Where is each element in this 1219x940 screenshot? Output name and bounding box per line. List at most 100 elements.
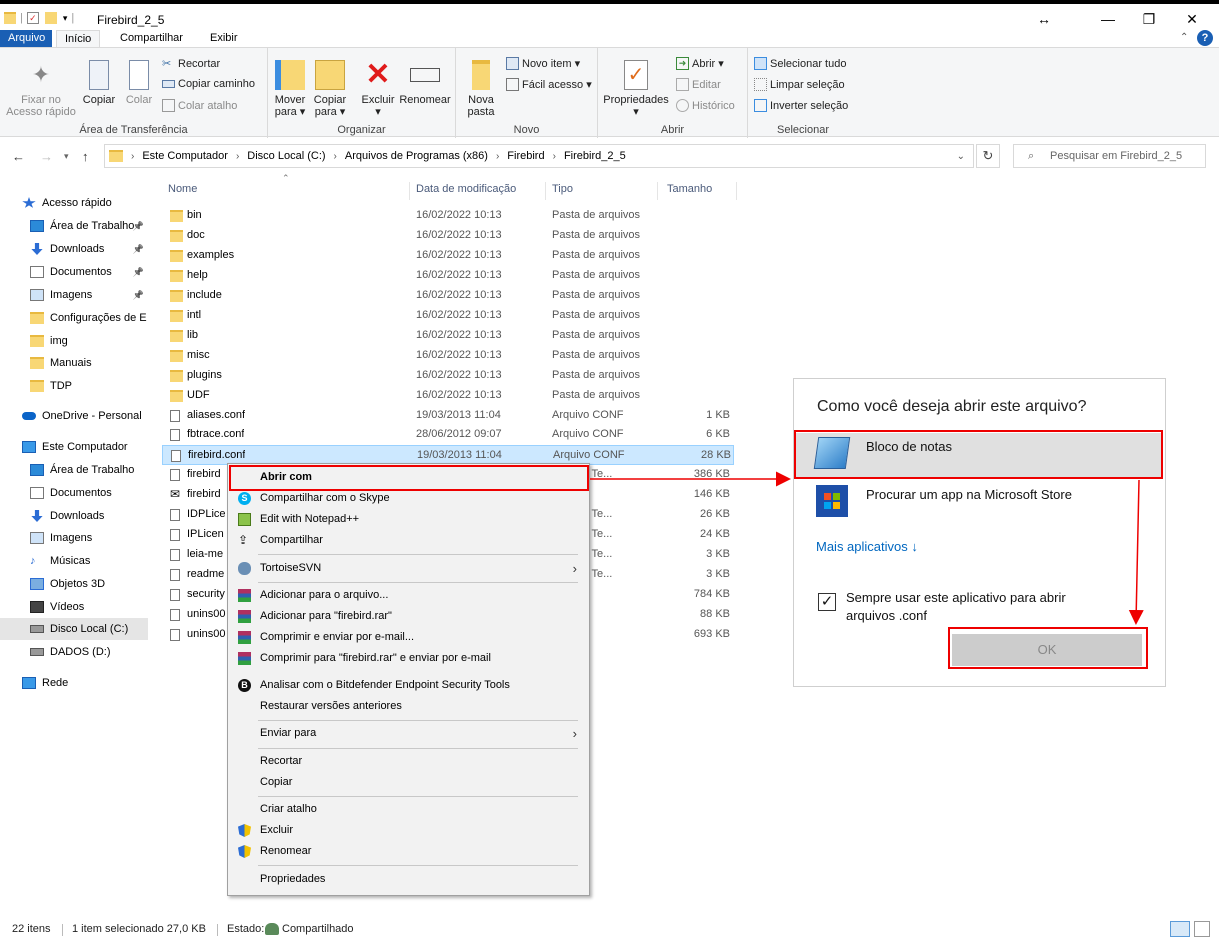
history-button[interactable]: Histórico [676,99,735,112]
delete-button[interactable]: ✕ Excluir ▾ [358,60,398,119]
nav-item[interactable]: Rede [0,672,148,694]
breadcrumb-firebird[interactable]: Firebird [507,150,544,162]
menu-item-share[interactable]: ⇪ Compartilhar [230,530,587,551]
menu-item-copy[interactable]: Copiar [230,772,587,793]
close-button[interactable]: ✕ [1172,8,1212,30]
nav-item[interactable]: Documentos 📌 [0,261,148,283]
menu-item-create-shortcut[interactable]: Criar atalho [230,799,587,820]
menu-item-notepadpp[interactable]: Edit with Notepad++ [230,509,587,530]
menu-item-rename[interactable]: Renomear [230,841,587,862]
pin-icon[interactable]: 📌 [133,290,144,301]
nav-item[interactable]: Downloads [0,505,148,527]
copy-path-button[interactable]: Copiar caminho [162,78,255,90]
breadcrumb-program-files[interactable]: Arquivos de Programas (x86) [345,150,488,162]
nav-item[interactable]: Área de Trabalho [0,459,148,481]
tab-home[interactable]: Início [56,30,101,47]
file-row[interactable]: lib 16/02/2022 10:13 Pasta de arquivos [162,326,734,346]
more-apps-link[interactable]: Mais aplicativos ↓ [816,539,918,554]
nav-item[interactable]: Área de Trabalho 📌 [0,215,148,237]
paste-shortcut-button[interactable]: Colar atalho [162,99,237,112]
tab-share[interactable]: Compartilhar [112,30,191,47]
forward-icon[interactable]: → [40,149,53,164]
file-row[interactable]: plugins 16/02/2022 10:13 Pasta de arquivos [162,366,734,386]
file-row[interactable]: doc 16/02/2022 10:13 Pasta de arquivos [162,226,734,246]
column-header-date[interactable]: Data de modificação [412,182,546,200]
menu-item-rar-add[interactable]: Adicionar para o arquivo... [230,585,587,606]
address-dropdown-icon[interactable]: ⌄ [957,151,965,162]
file-row[interactable]: intl 16/02/2022 10:13 Pasta de arquivos [162,306,734,326]
nav-item[interactable]: Imagens 📌 [0,284,148,306]
nav-item[interactable]: Vídeos [0,596,148,618]
file-row[interactable]: misc 16/02/2022 10:13 Pasta de arquivos [162,346,734,366]
file-row[interactable]: aliases.conf 19/03/2013 11:04 Arquivo CONF… [162,406,734,426]
file-row[interactable]: help 16/02/2022 10:13 Pasta de arquivos [162,266,734,286]
properties-button[interactable]: ✓ Propriedades ▾ [602,60,670,118]
file-row[interactable]: UDF 16/02/2022 10:13 Pasta de arquivos [162,386,734,406]
nav-item[interactable]: TDP [0,375,148,397]
paste-button[interactable]: Colar [122,60,156,106]
minimize-button[interactable]: — [1088,8,1128,30]
file-row[interactable]: examples 16/02/2022 10:13 Pasta de arquivo… [162,246,734,266]
move-to-button[interactable]: Mover para ▾ [272,60,308,118]
collapse-ribbon-icon[interactable]: ⌃ [1180,32,1188,43]
option-store[interactable]: Procurar um app na Microsoft Store [796,481,1163,525]
recent-locations-icon[interactable]: ▾ [64,151,69,162]
file-row[interactable]: fbtrace.conf 28/06/2012 09:07 Arquivo CONF… [162,425,734,445]
maximize-button[interactable]: ❐ [1129,8,1169,30]
nav-item[interactable]: Documentos [0,482,148,504]
select-all-button[interactable]: Selecionar tudo [754,57,846,70]
menu-item-send-to[interactable]: Enviar para › [230,723,587,744]
search-input[interactable]: ⌕ Pesquisar em Firebird_2_5 [1013,144,1206,168]
up-icon[interactable]: ↑ [82,149,89,164]
new-folder-button[interactable]: Nova pasta [462,60,500,118]
checkbox-checked-icon[interactable]: ✓ [818,593,836,611]
rename-button[interactable]: Renomear [398,60,452,106]
open-button[interactable]: ➜ Abrir ▾ [676,57,724,70]
nav-item[interactable]: img [0,330,148,352]
nav-item[interactable]: Manuais [0,352,148,374]
menu-item-rar-email[interactable]: Comprimir e enviar por e-mail... [230,627,587,648]
copy-to-button[interactable]: Copiar para ▾ [310,60,350,118]
select-none-button[interactable]: Limpar seleção [754,78,845,91]
file-row[interactable]: include 16/02/2022 10:13 Pasta de arquivos [162,286,734,306]
pin-icon[interactable]: 📌 [133,244,144,255]
easy-access-button[interactable]: Fácil acesso ▾ [506,78,592,91]
menu-item-rar-add-named[interactable]: Adicionar para "firebird.rar" [230,606,587,627]
pin-icon[interactable]: 📌 [133,267,144,278]
column-header-size[interactable]: Tamanho [663,182,737,200]
properties-icon[interactable]: ✓ [26,12,39,24]
help-icon[interactable]: ? [1197,30,1213,46]
nav-item[interactable]: Downloads 📌 [0,238,148,260]
breadcrumb-firebird-2-5[interactable]: Firebird_2_5 [564,150,626,162]
menu-item-restore[interactable]: Restaurar versões anteriores [230,696,587,717]
invert-selection-button[interactable]: Inverter seleção [754,99,848,112]
large-icons-view-icon[interactable] [1194,921,1210,937]
refresh-button[interactable]: ↻ [976,144,1000,168]
cut-button[interactable]: ✂ Recortar [162,57,220,71]
breadcrumb-local-disk[interactable]: Disco Local (C:) [247,150,325,162]
nav-item[interactable]: Disco Local (C:) [0,618,148,640]
tab-file[interactable]: Arquivo [0,30,52,47]
file-row[interactable]: bin 16/02/2022 10:13 Pasta de arquivos [162,206,734,226]
menu-item-properties[interactable]: Propriedades [230,869,587,890]
details-view-icon[interactable] [1170,921,1190,937]
column-header-type[interactable]: Tipo [548,182,658,200]
nav-item[interactable]: Este Computador [0,436,148,458]
breadcrumb-this-pc[interactable]: Este Computador [142,150,228,162]
customize-toolbar-icon[interactable]: ▾ [63,13,68,24]
back-icon[interactable]: ← [12,149,25,164]
menu-item-delete[interactable]: Excluir [230,820,587,841]
menu-item-rar-email-named[interactable]: Comprimir para "firebird.rar" e enviar p… [230,648,587,669]
nav-item[interactable]: Configurações de E [0,307,148,329]
menu-item-cut[interactable]: Recortar [230,751,587,772]
pin-quick-access-button[interactable]: ✦ Fixar no Acesso rápido [4,60,78,118]
menu-item-bitdefender[interactable]: B Analisar com o Bitdefender Endpoint Sec… [230,675,587,696]
edit-button[interactable]: Editar [676,78,721,91]
nav-item[interactable]: Objetos 3D [0,573,148,595]
tab-view[interactable]: Exibir [202,30,246,47]
nav-item[interactable]: Acesso rápido [0,192,148,214]
column-header-name[interactable]: Nome [164,182,410,200]
menu-item-skype[interactable]: S Compartilhar com o Skype [230,488,587,509]
pin-icon[interactable]: 📌 [133,221,144,232]
copy-button[interactable]: Copiar [80,60,118,106]
